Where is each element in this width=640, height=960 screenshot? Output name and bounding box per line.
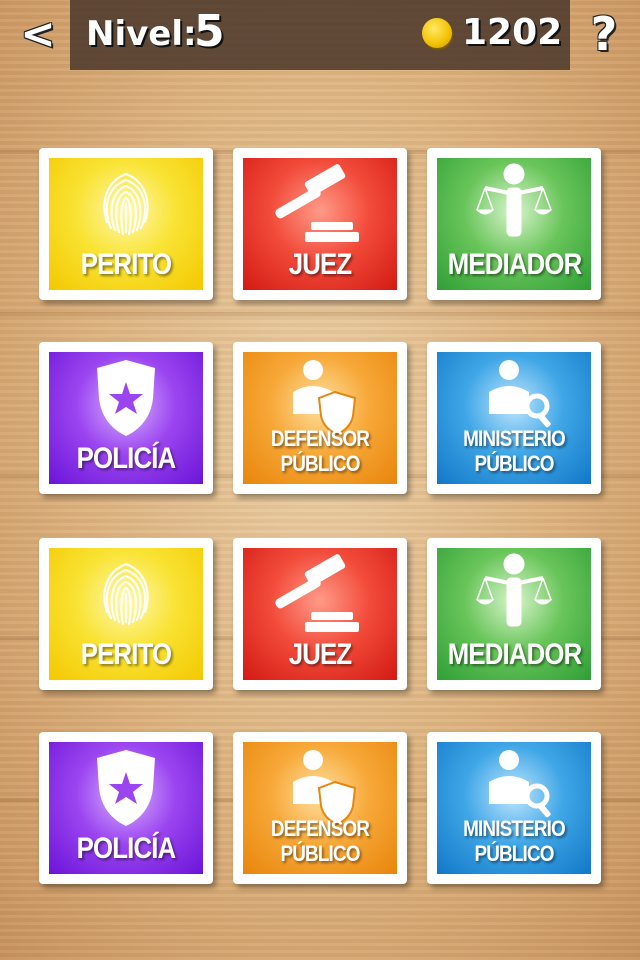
card-mediador[interactable]: MEDIADOR (427, 148, 601, 300)
back-button[interactable]: < (14, 10, 62, 58)
card-face: MEDIADOR (437, 548, 591, 680)
card-label: PERITO (80, 638, 172, 671)
badge-icon (97, 360, 155, 436)
card-face: JUEZ (243, 548, 397, 680)
level-label: Nivel: (86, 14, 197, 54)
card-perito[interactable]: PERITO (39, 538, 213, 690)
badge-icon (97, 750, 155, 826)
card-face: MINISTERIO PÚBLICO (437, 742, 591, 874)
card-face: MEDIADOR (437, 158, 591, 290)
card-label-line-1: MINISTERIO (463, 816, 566, 841)
card-defensor-publico[interactable]: DEFENSOR PÚBLICO (233, 732, 407, 884)
card-face: MINISTERIO PÚBLICO (437, 352, 591, 484)
card-policia[interactable]: POLICÍA (39, 732, 213, 884)
card-face: JUEZ (243, 158, 397, 290)
card-label: PERITO (80, 248, 172, 281)
card-face: POLICÍA (49, 742, 203, 874)
card-label: JUEZ (288, 248, 352, 281)
card-defensor-publico[interactable]: DEFENSOR PÚBLICO (233, 342, 407, 494)
card-face: PERITO (49, 158, 203, 290)
card-mediador[interactable]: MEDIADOR (427, 538, 601, 690)
card-ministerio-publico[interactable]: MINISTERIO PÚBLICO (427, 342, 601, 494)
card-label: MEDIADOR (447, 638, 582, 671)
card-policia[interactable]: POLICÍA (39, 342, 213, 494)
card-face: PERITO (49, 548, 203, 680)
scales-icon (475, 163, 553, 237)
gavel-icon (275, 554, 359, 632)
card-label-line-2: PÚBLICO (474, 451, 554, 476)
card-juez[interactable]: JUEZ (233, 538, 407, 690)
card-label-line-2: PÚBLICO (280, 841, 360, 866)
help-button[interactable]: ? (582, 6, 626, 62)
card-label: MEDIADOR (447, 248, 582, 281)
card-label-line-2: PÚBLICO (474, 841, 554, 866)
card-juez[interactable]: JUEZ (233, 148, 407, 300)
fingerprint-icon (103, 562, 149, 626)
card-face: POLICÍA (49, 352, 203, 484)
gavel-icon (275, 164, 359, 242)
card-face: DEFENSOR PÚBLICO (243, 742, 397, 874)
card-label-line-1: DEFENSOR (270, 816, 370, 841)
card-face: DEFENSOR PÚBLICO (243, 352, 397, 484)
card-label-line-1: DEFENSOR (270, 426, 370, 451)
level-value: 5 (194, 6, 225, 57)
card-label: JUEZ (288, 638, 352, 671)
fingerprint-icon (103, 172, 149, 236)
card-label-line-2: PÚBLICO (280, 451, 360, 476)
coin-count: 1202 (462, 12, 563, 53)
top-bar: < Nivel: 5 1202 ? (0, 0, 640, 70)
card-label: POLICÍA (76, 442, 176, 475)
level-info-panel: Nivel: 5 1202 (70, 0, 570, 70)
card-ministerio-publico[interactable]: MINISTERIO PÚBLICO (427, 732, 601, 884)
scales-icon (475, 553, 553, 627)
card-perito[interactable]: PERITO (39, 148, 213, 300)
coin-icon (422, 18, 452, 48)
card-label: POLICÍA (76, 832, 176, 865)
card-label-line-1: MINISTERIO (463, 426, 566, 451)
